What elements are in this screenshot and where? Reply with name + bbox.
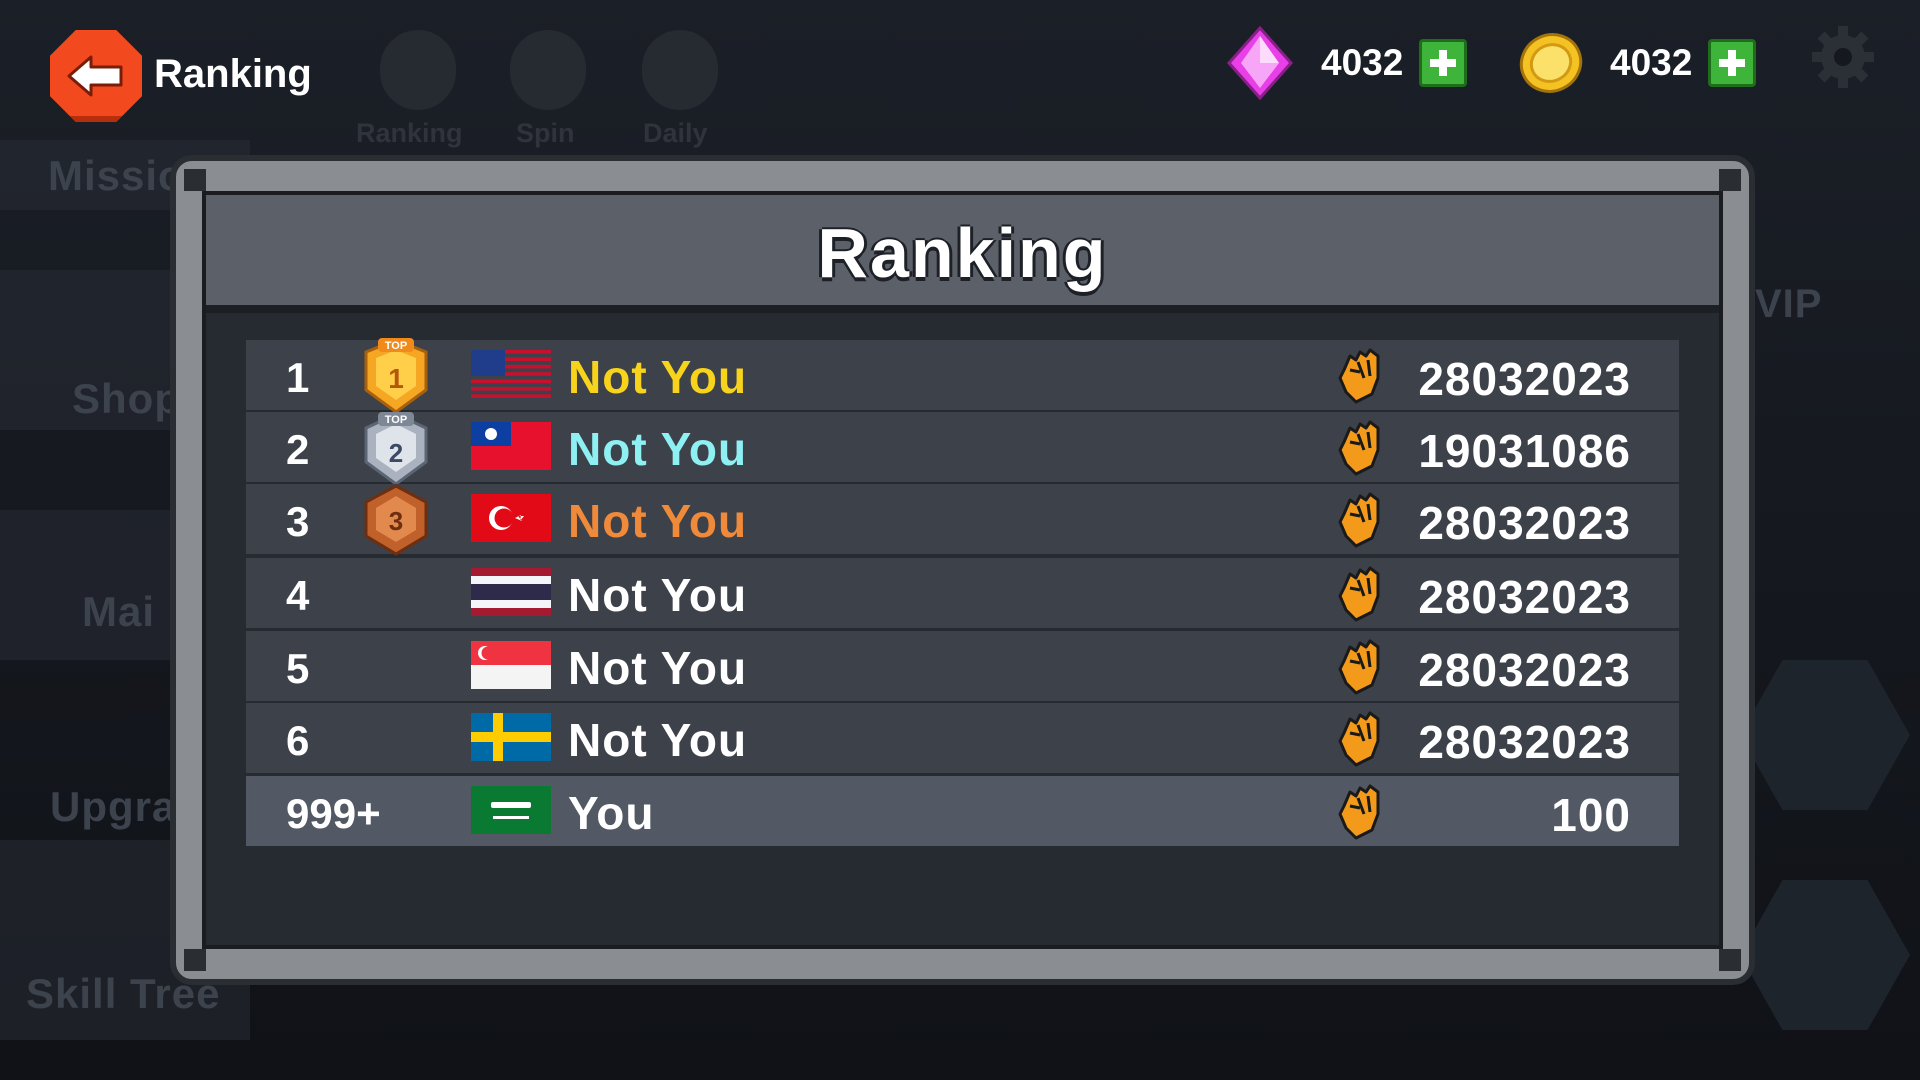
- svg-text:TOP: TOP: [385, 414, 407, 426]
- flag-th-icon: [471, 568, 551, 616]
- power-fist-icon: [1334, 348, 1384, 404]
- power-fist-icon: [1334, 420, 1384, 476]
- ranking-row-self: 999+ You 100: [246, 776, 1679, 846]
- back-arrow-icon: [67, 55, 123, 97]
- power-fist-icon: [1334, 492, 1384, 548]
- svg-text:TOP: TOP: [385, 340, 407, 352]
- svg-text:3: 3: [389, 506, 403, 536]
- rank-number: 4: [286, 572, 310, 619]
- flag-sg-icon: [471, 641, 551, 689]
- ranking-row: 2 TOP 2 Not You 19031086: [246, 412, 1679, 486]
- player-score: 28032023: [1418, 353, 1631, 405]
- coin-counter: 4032: [1518, 28, 1757, 98]
- spin-wheel-icon: [510, 30, 586, 110]
- rank-number: 6: [286, 717, 310, 764]
- player-score: 28032023: [1418, 716, 1631, 768]
- ranking-panel: Ranking 1 TOP 1 Not You 28032023 2 TOP 2 Not You…: [170, 155, 1755, 985]
- daily-scroll-icon: [642, 30, 718, 110]
- side-item-upgrade[interactable]: Upgra: [50, 783, 176, 831]
- side-item-missions[interactable]: Missio: [48, 152, 185, 200]
- player-name: Not You: [568, 351, 748, 403]
- add-gems-button[interactable]: [1419, 39, 1468, 87]
- rank-number: 3: [286, 498, 310, 545]
- ranking-row: 3 3 Not You 28032023: [246, 484, 1679, 556]
- vip-label[interactable]: VIP: [1755, 282, 1822, 327]
- rank-number: 2: [286, 426, 310, 473]
- ranking-row: 5 Not You 28032023: [246, 631, 1679, 701]
- player-name: Not You: [568, 495, 748, 547]
- panel-title: Ranking: [817, 214, 1108, 292]
- settings-gear-icon[interactable]: [1808, 22, 1878, 92]
- rank-number: 999+: [286, 790, 381, 837]
- tab-ranking[interactable]: Ranking: [356, 118, 463, 149]
- add-coins-button[interactable]: [1708, 39, 1757, 87]
- flag-se-icon: [471, 713, 551, 761]
- player-score: 100: [1551, 789, 1631, 841]
- power-fist-icon: [1334, 639, 1384, 695]
- player-name: Not You: [568, 569, 748, 621]
- player-name: Not You: [568, 642, 748, 694]
- ranking-row: 4 Not You 28032023: [246, 558, 1679, 628]
- side-item-main[interactable]: Mai: [82, 588, 155, 636]
- player-name: You: [568, 787, 655, 839]
- gem-counter: 4032: [1225, 26, 1468, 100]
- ranking-row: 6 Not You 28032023: [246, 703, 1679, 773]
- player-score: 28032023: [1418, 644, 1631, 696]
- rank-number: 5: [286, 645, 310, 692]
- ranking-row: 1 TOP 1 Not You 28032023: [246, 338, 1679, 414]
- bronze-medal-icon: 3: [354, 478, 438, 562]
- gem-amount: 4032: [1321, 42, 1404, 83]
- coin-amount: 4032: [1610, 42, 1693, 83]
- player-score: 28032023: [1418, 497, 1631, 549]
- power-fist-icon: [1334, 566, 1384, 622]
- player-score: 19031086: [1418, 425, 1631, 477]
- flag-tw-icon: [471, 422, 551, 470]
- svg-text:1: 1: [388, 363, 404, 394]
- back-button[interactable]: [50, 30, 142, 122]
- trophy-icon: [380, 30, 456, 110]
- flag-us-icon: [471, 350, 551, 398]
- side-item-shop[interactable]: Shop: [72, 375, 181, 423]
- page-title: Ranking: [154, 52, 312, 96]
- tab-spin[interactable]: Spin: [516, 118, 575, 149]
- ranking-panel-body: Ranking 1 TOP 1 Not You 28032023 2 TOP 2 Not You…: [202, 191, 1723, 949]
- flag-tr-icon: [471, 494, 551, 542]
- panel-header: Ranking: [206, 195, 1719, 313]
- flag-sa-icon: [471, 786, 551, 834]
- player-score: 28032023: [1418, 571, 1631, 623]
- power-fist-icon: [1334, 711, 1384, 767]
- tab-daily[interactable]: Daily: [643, 118, 708, 149]
- gem-icon: [1226, 26, 1294, 100]
- rank-number: 1: [286, 354, 310, 401]
- player-name: Not You: [568, 714, 748, 766]
- svg-text:2: 2: [389, 438, 403, 468]
- power-fist-icon: [1334, 784, 1384, 840]
- player-name: Not You: [568, 423, 748, 475]
- coin-icon: [1519, 33, 1583, 93]
